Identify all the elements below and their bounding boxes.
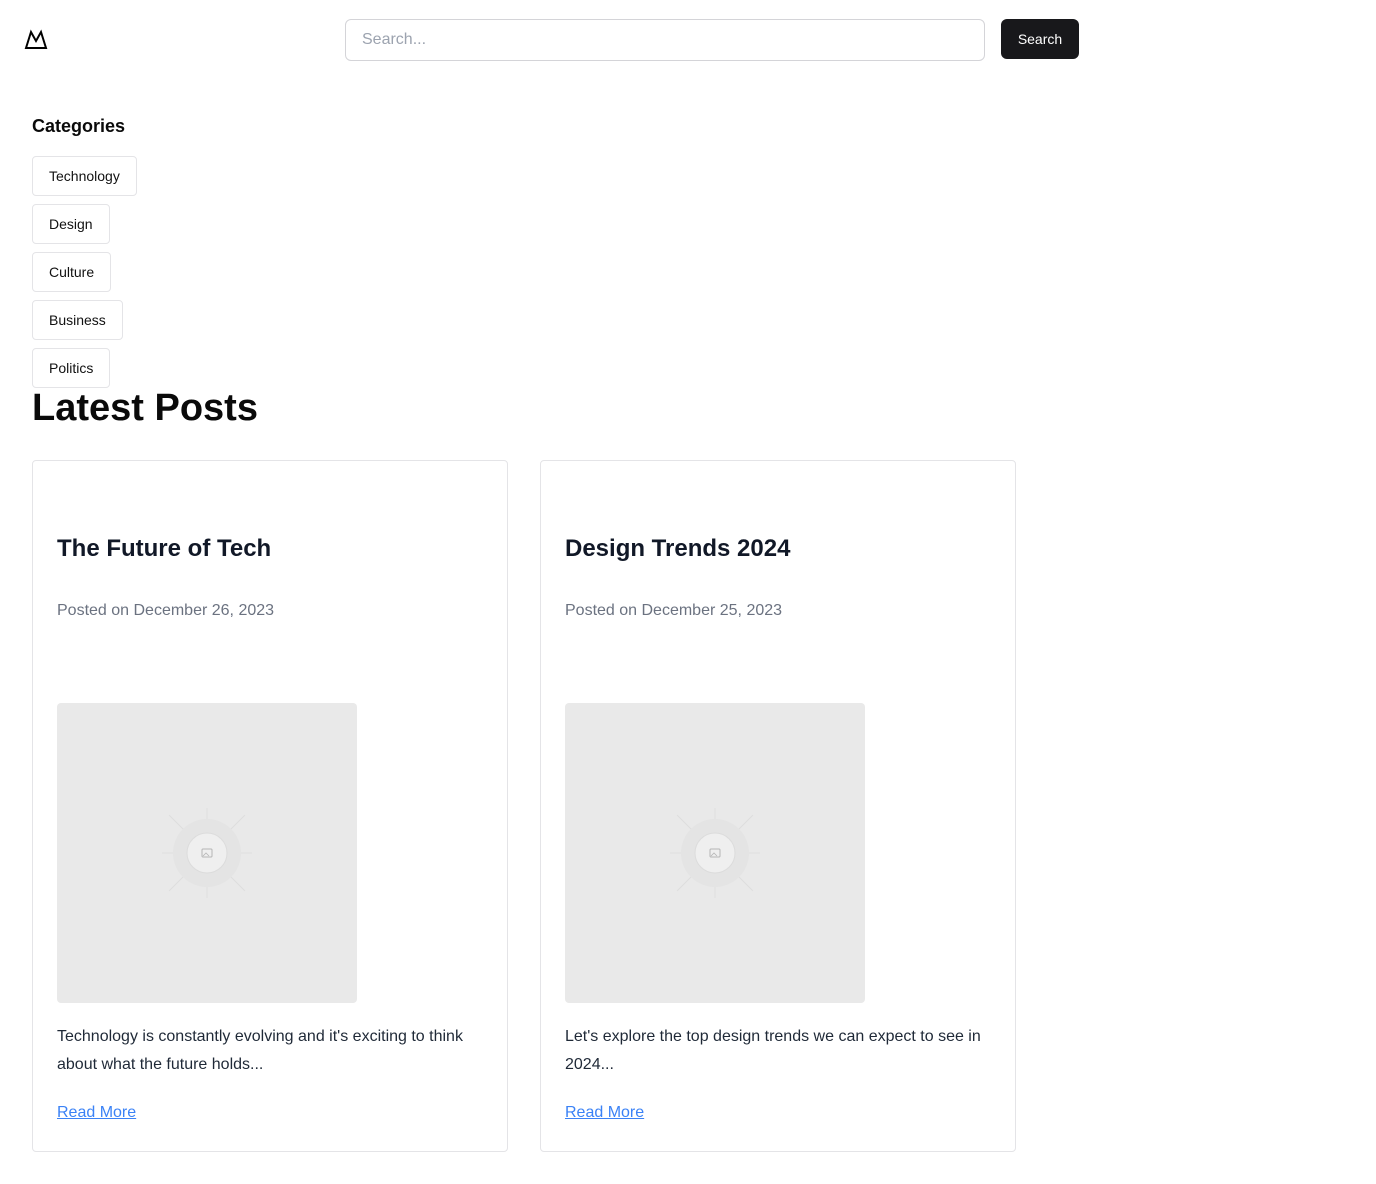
post-date: Posted on December 25, 2023	[565, 602, 783, 619]
image-placeholder-icon	[670, 808, 760, 898]
image-placeholder-icon	[162, 808, 252, 898]
post-title[interactable]: The Future of Tech	[57, 533, 271, 565]
blog-page: Search Categories Technology Design Cult…	[0, 0, 1376, 1184]
post-image	[565, 703, 865, 1003]
latest-posts-heading: Latest Posts	[32, 387, 258, 429]
search-input[interactable]	[345, 19, 985, 61]
posts-grid: The Future of Tech Posted on December 26…	[32, 460, 1016, 1152]
categories-heading: Categories	[32, 116, 126, 136]
category-technology[interactable]: Technology	[32, 156, 137, 196]
mountain-logo-icon[interactable]	[24, 28, 48, 52]
post-excerpt: Let's explore the top design trends we c…	[565, 1028, 981, 1073]
post-excerpt: Technology is constantly evolving and it…	[57, 1028, 463, 1073]
category-politics[interactable]: Politics	[32, 348, 111, 388]
read-more-link[interactable]: Read More	[565, 1101, 644, 1125]
post-date: Posted on December 26, 2023	[57, 602, 275, 619]
category-culture[interactable]: Culture	[32, 252, 112, 292]
category-list: Technology Design Culture Business Polit…	[32, 156, 137, 388]
category-business[interactable]: Business	[32, 300, 123, 340]
post-title[interactable]: Design Trends 2024	[565, 533, 790, 565]
read-more-link[interactable]: Read More	[57, 1101, 136, 1125]
post-card: The Future of Tech Posted on December 26…	[32, 460, 508, 1152]
search-button[interactable]: Search	[1001, 19, 1079, 59]
post-image	[57, 703, 357, 1003]
post-card: Design Trends 2024 Posted on December 25…	[540, 460, 1016, 1152]
category-design[interactable]: Design	[32, 204, 110, 244]
